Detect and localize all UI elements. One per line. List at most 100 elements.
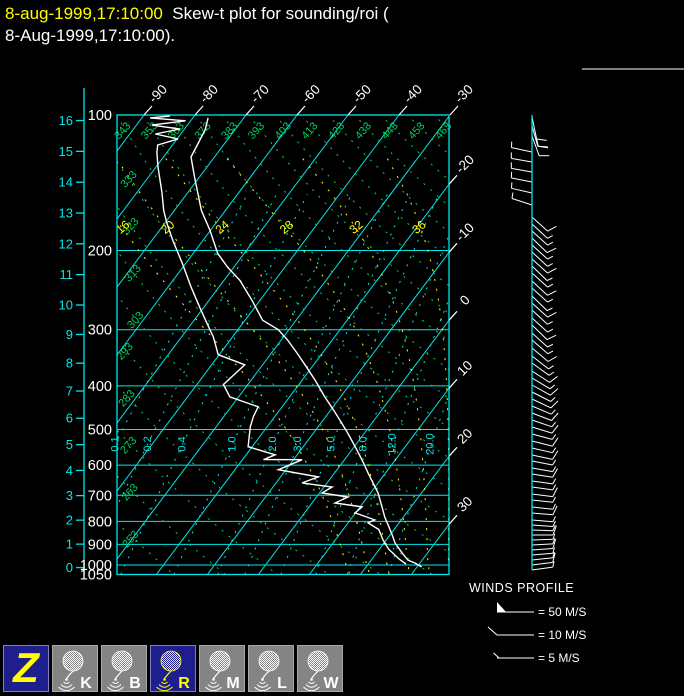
top-temp-label: -90 (146, 82, 170, 106)
wind-barb-tick (547, 343, 554, 348)
height-km-label: 12 (59, 236, 73, 251)
toolbar-button-letter: B (129, 675, 141, 691)
radiosonde-icon: M (205, 650, 240, 692)
mixing-ratio-line (315, 234, 449, 575)
wind-barb-tick (546, 277, 553, 282)
wind-barb-tick (552, 459, 557, 466)
dry-adiabat-label: 453 (406, 120, 427, 142)
toolbar-button-r[interactable]: R (150, 645, 196, 692)
wind-barb-staff (531, 302, 548, 318)
toolbar-button-k[interactable]: K (52, 645, 98, 692)
mixing-ratio-label: 8.0 (358, 436, 370, 451)
height-axis: 012345678910111213141516 (59, 88, 85, 575)
wind-barb-tick (550, 400, 559, 409)
wind-barb-tick (551, 437, 559, 447)
top-temp-label: -30 (452, 82, 476, 106)
wind-barb-tick (550, 409, 556, 415)
moist-adiabat-label: 32 (346, 217, 365, 237)
dry-adiabat-label: 303 (125, 310, 146, 332)
pressure-label: 200 (88, 243, 112, 259)
toolbar-button-m[interactable]: M (199, 645, 245, 692)
wind-barb-staff (511, 157, 533, 163)
dry-adiabat-label: 283 (116, 388, 137, 410)
wind-barb-tick (546, 334, 557, 341)
wind-barb-staff (531, 377, 551, 390)
wind-barb-tick (550, 388, 559, 396)
skewt-chart: 0.1 0.2 0.4 1.0 2.0 3.0 5.0 8.0 12.0 20.025326327… (59, 82, 587, 665)
wind-barb-tick (552, 478, 557, 485)
wind-barb-staff (511, 187, 533, 194)
isotherm-line (117, 115, 349, 424)
toolbar-button-letter: R (178, 675, 190, 691)
wind-barb-tick (547, 235, 553, 239)
flag-icon (497, 602, 506, 612)
z-logo-icon: Z (12, 644, 40, 691)
wind-barb-tick (547, 356, 557, 362)
dry-adiabat-line (117, 339, 382, 575)
dry-adiabat-label: 293 (115, 341, 136, 363)
toolbar-button-l[interactable]: L (248, 645, 294, 692)
isotherm-line (117, 115, 400, 492)
right-temp-label: 10 (454, 358, 475, 379)
wind-barb-tick (537, 145, 548, 148)
wind-barb-staff (531, 332, 548, 348)
toolbar-button-letter: W (323, 675, 339, 691)
wind-barb-tick (547, 263, 553, 267)
right-temperature-axis: -20 -10 0 10 20 30 (448, 152, 477, 525)
toolbar-button-w[interactable]: W (297, 645, 343, 692)
dry-adiabat-line (117, 521, 175, 575)
wind-barb-tick (552, 496, 556, 503)
right-temp-label: 30 (454, 494, 475, 515)
wind-barb-staff (531, 324, 548, 340)
wind-barb-staff (511, 177, 533, 183)
wind-barb-staff (531, 519, 553, 523)
wind-barb-staff (531, 317, 548, 333)
wind-barb-tick (546, 307, 553, 312)
height-km-label: 7 (66, 384, 73, 399)
wind-barb-tick (546, 247, 557, 254)
dry-adiabat-line (221, 115, 449, 342)
wind-barb-staff (531, 486, 553, 491)
wind-barb-tick (548, 365, 554, 370)
dry-adiabat-line (117, 384, 330, 575)
toolbar-button-z[interactable]: Z (3, 644, 49, 692)
wind-barb-staff (531, 230, 548, 246)
toolbar-button-b[interactable]: B (101, 645, 147, 692)
wind-barb-staff (531, 280, 548, 296)
wind-barb-staff (531, 295, 548, 311)
pressure-label: 1050 (80, 568, 112, 584)
dry-adiabat-label: 423 (326, 120, 347, 142)
dry-adiabat-line (117, 160, 449, 490)
isotherm-line (117, 115, 449, 560)
height-km-label: 3 (66, 488, 73, 503)
wind-barb-staff (531, 512, 553, 516)
wind-barb-staff (531, 362, 550, 376)
wind-barb-staff (531, 440, 553, 447)
right-temp-label: -20 (453, 152, 477, 176)
height-km-label: 0 (66, 560, 73, 575)
wind-barb-staff (531, 524, 553, 527)
wind-barb-staff (531, 287, 548, 303)
dry-adiabat-label: 433 (353, 120, 374, 142)
wind-barb-staff (531, 426, 553, 434)
wind-barb-tick (552, 466, 557, 472)
wind-barb-staff (531, 272, 548, 288)
dry-adiabat-label: 383 (219, 120, 240, 142)
wind-barb-tick (547, 328, 554, 333)
wind-barb-staff (531, 309, 548, 325)
height-km-label: 11 (60, 267, 74, 282)
isotherm-line (359, 455, 449, 575)
winds-legend-label: = 10 M/S (538, 628, 586, 642)
wind-barb-staff (531, 355, 549, 370)
mixing-ratio-label: 0.2 (142, 436, 154, 451)
wind-barb-tick (547, 350, 554, 355)
wind-barb-staff (531, 258, 548, 274)
svg-text:Z: Z (12, 646, 40, 691)
wind-barb-staff (531, 433, 553, 440)
toolbar: ZK B RML W (3, 644, 343, 692)
wind-barb-tick (552, 447, 557, 453)
wind-barb-staff (531, 244, 548, 260)
wind-barb-staff (531, 447, 553, 454)
height-km-label: 10 (59, 297, 73, 312)
pressure-label: 600 (88, 458, 112, 474)
